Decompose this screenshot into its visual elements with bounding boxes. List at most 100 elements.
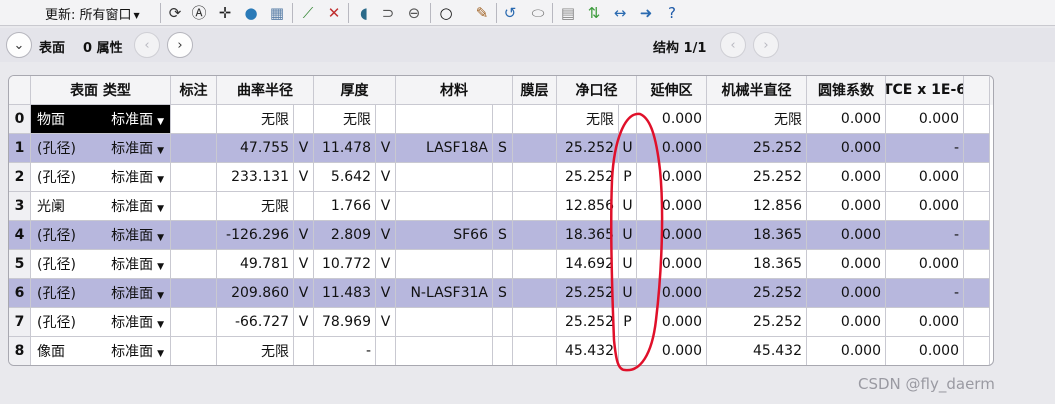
clear-semi-dia-cell[interactable]: 25.252 <box>557 134 619 163</box>
clear-solve-cell[interactable]: U <box>619 192 637 221</box>
radius-solve-cell[interactable]: V <box>294 134 314 163</box>
coating-cell[interactable] <box>513 163 557 192</box>
material-cell[interactable] <box>396 250 493 279</box>
surface-type-cell[interactable]: (孔径) 标准面 ▼ <box>31 221 171 250</box>
clear-semi-dia-cell[interactable]: 无限 <box>557 105 619 134</box>
clear-semi-dia-cell[interactable]: 25.252 <box>557 163 619 192</box>
radius-solve-cell[interactable]: V <box>294 279 314 308</box>
thickness-solve-cell[interactable]: V <box>376 250 396 279</box>
prev-surface-button[interactable]: ‹ <box>134 32 160 58</box>
collapse-button[interactable]: ⌄ <box>6 32 32 58</box>
conic-cell[interactable]: 0.000 <box>807 250 886 279</box>
coating-cell[interactable] <box>513 105 557 134</box>
chevron-down-icon[interactable]: ▼ <box>157 146 164 156</box>
chevron-down-icon[interactable]: ▼ <box>157 117 164 127</box>
col-header-surface-type[interactable]: 表面 类型 <box>31 76 171 105</box>
chip-zone-cell[interactable]: 0.000 <box>637 134 707 163</box>
thickness-solve-cell[interactable]: V <box>376 192 396 221</box>
image-icon[interactable]: ▦ <box>267 3 287 23</box>
material-solve-cell[interactable] <box>493 250 513 279</box>
radius-cell[interactable]: 49.781 <box>217 250 294 279</box>
thickness-cell[interactable]: 78.969 <box>314 308 376 337</box>
radius-cell[interactable]: 233.131 <box>217 163 294 192</box>
arrows-icon[interactable]: ↔ <box>610 3 630 23</box>
conic-cell[interactable]: 0.000 <box>807 308 886 337</box>
page-icon[interactable]: ▤ <box>558 3 578 23</box>
lens-double-icon[interactable]: ⊖ <box>404 3 424 23</box>
swap-icon[interactable]: ⇅ <box>584 3 604 23</box>
table-row[interactable]: 6 (孔径) 标准面 ▼ 209.860 V 11.483 V N-LASF31A … <box>9 279 993 308</box>
comment-cell[interactable] <box>171 337 217 365</box>
comment-cell[interactable] <box>171 105 217 134</box>
clear-solve-cell[interactable]: U <box>619 134 637 163</box>
tce-cell[interactable]: 0.000 <box>886 163 964 192</box>
globe-icon[interactable]: ● <box>241 3 261 23</box>
conic-cell[interactable]: 0.000 <box>807 279 886 308</box>
radius-cell[interactable]: 无限 <box>217 192 294 221</box>
chevron-down-icon[interactable]: ▼ <box>157 349 164 359</box>
next-config-button[interactable]: › <box>753 32 779 58</box>
clear-semi-dia-cell[interactable]: 18.365 <box>557 221 619 250</box>
help-icon[interactable]: ? <box>662 3 682 23</box>
material-cell[interactable] <box>396 308 493 337</box>
thickness-cell[interactable]: 无限 <box>314 105 376 134</box>
col-header-material[interactable]: 材料 <box>396 76 513 105</box>
thickness-cell[interactable]: 11.478 <box>314 134 376 163</box>
thickness-solve-cell[interactable] <box>376 337 396 365</box>
coating-cell[interactable] <box>513 308 557 337</box>
mech-semi-dia-cell[interactable]: 45.432 <box>707 337 807 365</box>
table-row[interactable]: 8 像面 标准面 ▼ 无限 - 45.432 0.000 45.432 0.000 … <box>9 337 993 365</box>
radius-cell[interactable]: 47.755 <box>217 134 294 163</box>
refresh-circle-icon[interactable]: ⟳ <box>165 3 185 23</box>
clear-solve-cell[interactable]: P <box>619 163 637 192</box>
comment-cell[interactable] <box>171 308 217 337</box>
col-header-thickness[interactable]: 厚度 <box>314 76 396 105</box>
chip-zone-cell[interactable]: 0.000 <box>637 279 707 308</box>
table-row[interactable]: 1 (孔径) 标准面 ▼ 47.755 V 11.478 V LASF18A S 2… <box>9 134 993 163</box>
radius-solve-cell[interactable] <box>294 192 314 221</box>
conic-cell[interactable]: 0.000 <box>807 337 886 365</box>
mech-semi-dia-cell[interactable]: 18.365 <box>707 221 807 250</box>
chip-zone-cell[interactable]: 0.000 <box>637 192 707 221</box>
material-solve-cell[interactable] <box>493 308 513 337</box>
material-solve-cell[interactable]: S <box>493 279 513 308</box>
chip-zone-cell[interactable]: 0.000 <box>637 163 707 192</box>
thickness-solve-cell[interactable]: V <box>376 221 396 250</box>
conic-cell[interactable]: 0.000 <box>807 134 886 163</box>
chevron-down-icon[interactable]: ▼ <box>157 262 164 272</box>
surface-type-cell[interactable]: 物面 标准面 ▼ <box>31 105 171 134</box>
arrow-right-icon[interactable]: ➜ <box>636 3 656 23</box>
surface-type-cell[interactable]: (孔径) 标准面 ▼ <box>31 250 171 279</box>
thickness-cell[interactable]: 11.483 <box>314 279 376 308</box>
lens-icon[interactable]: ◖ <box>354 3 374 23</box>
update-dropdown[interactable]: 更新: 所有窗口 ▼ <box>45 4 140 23</box>
tce-cell[interactable]: - <box>886 134 964 163</box>
radius-cell[interactable]: -126.296 <box>217 221 294 250</box>
thickness-solve-cell[interactable]: V <box>376 163 396 192</box>
table-row[interactable]: 0 物面 标准面 ▼ 无限 无限 无限 0.000 无限 0.000 0.000 <box>9 105 993 134</box>
col-header-coating[interactable]: 膜层 <box>513 76 557 105</box>
ray-x-icon[interactable]: ✕ <box>324 3 344 23</box>
refresh-a-icon[interactable]: Ⓐ <box>189 3 209 23</box>
table-row[interactable]: 4 (孔径) 标准面 ▼ -126.296 V 2.809 V SF66 S 18.… <box>9 221 993 250</box>
conic-cell[interactable]: 0.000 <box>807 105 886 134</box>
tce-cell[interactable]: 0.000 <box>886 192 964 221</box>
table-row[interactable]: 2 (孔径) 标准面 ▼ 233.131 V 5.642 V 25.252 P 0.… <box>9 163 993 192</box>
table-row[interactable]: 7 (孔径) 标准面 ▼ -66.727 V 78.969 V 25.252 P 0… <box>9 308 993 337</box>
clear-semi-dia-cell[interactable]: 25.252 <box>557 308 619 337</box>
radius-solve-cell[interactable] <box>294 105 314 134</box>
radius-cell[interactable]: 209.860 <box>217 279 294 308</box>
material-solve-cell[interactable] <box>493 163 513 192</box>
chevron-down-icon[interactable]: ▼ <box>157 233 164 243</box>
conic-cell[interactable]: 0.000 <box>807 163 886 192</box>
chevron-down-icon[interactable]: ▼ <box>157 204 164 214</box>
tce-cell[interactable]: - <box>886 279 964 308</box>
chip-zone-cell[interactable]: 0.000 <box>637 250 707 279</box>
comment-cell[interactable] <box>171 250 217 279</box>
radius-solve-cell[interactable]: V <box>294 221 314 250</box>
thickness-cell[interactable]: 5.642 <box>314 163 376 192</box>
conic-cell[interactable]: 0.000 <box>807 221 886 250</box>
clear-semi-dia-cell[interactable]: 25.252 <box>557 279 619 308</box>
material-cell[interactable] <box>396 337 493 365</box>
col-header-clear-semi-dia[interactable]: 净口径 <box>557 76 637 105</box>
